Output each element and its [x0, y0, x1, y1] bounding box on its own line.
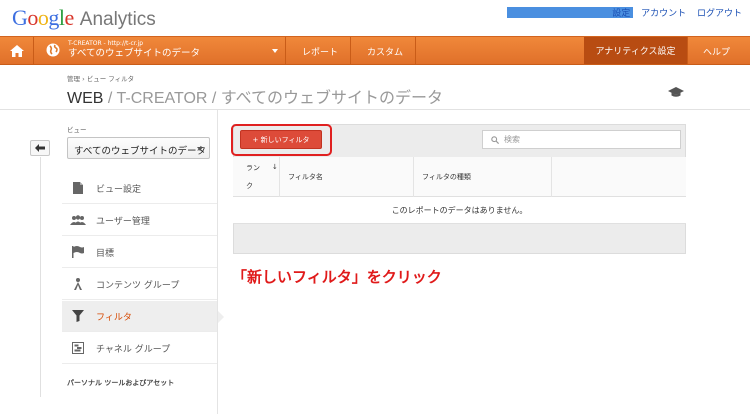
flag-icon	[72, 246, 84, 258]
account-view-name: すべてのウェブサイトのデータ	[68, 48, 200, 59]
sidebar-guide-line	[40, 157, 41, 397]
header-divider	[0, 109, 750, 110]
google-analytics-logo[interactable]: Google Analytics	[12, 5, 156, 31]
main-nav: T-CREATOR - http://t-cr.jp すべてのウェブサイトのデー…	[0, 36, 750, 65]
tab-admin[interactable]: アナリティクス設定	[584, 37, 687, 64]
breadcrumb[interactable]: 管理 › ビュー フィルタ	[67, 73, 134, 83]
settings-link[interactable]: 設定	[612, 9, 630, 19]
tab-help[interactable]: ヘルプ	[703, 45, 730, 58]
graduation-cap-icon[interactable]	[668, 86, 684, 98]
table-header: ラン ↓ ク フィルタ名 フィルタの種類	[233, 157, 686, 197]
empty-message: このレポートのデータはありません。	[233, 197, 686, 224]
annotation-callout: 「新しいフィルタ」をクリック	[232, 268, 442, 286]
home-icon	[9, 44, 24, 57]
tab-reports[interactable]: レポート	[302, 45, 338, 58]
nav-divider	[285, 37, 286, 64]
filters-table: ラン ↓ ク フィルタ名 フィルタの種類 このレポートのデータはありません。	[233, 157, 686, 224]
person-icon	[74, 278, 82, 290]
column-filter-type[interactable]: フィルタの種類	[414, 157, 552, 197]
tab-custom[interactable]: カスタム	[367, 45, 403, 58]
sidebar-item-view-settings[interactable]: ビュー設定	[62, 173, 217, 204]
back-button[interactable]	[30, 140, 50, 156]
channel-icon	[72, 342, 84, 354]
account-url: T-CREATOR - http://t-cr.jp	[68, 40, 144, 47]
nav-divider	[687, 37, 688, 64]
view-select[interactable]: すべてのウェブサイトのデータ	[67, 137, 210, 159]
logout-link[interactable]: ログアウト	[697, 9, 742, 19]
column-filter-name[interactable]: フィルタ名	[280, 157, 414, 197]
sidebar-divider	[217, 110, 218, 414]
nav-divider	[415, 37, 416, 64]
home-button[interactable]	[0, 37, 34, 64]
search-input[interactable]: 検索	[482, 130, 681, 149]
sidebar-item-channel-grouping[interactable]: チャネル グループ	[62, 333, 217, 364]
globe-icon	[46, 43, 60, 57]
sidebar-item-content-grouping[interactable]: コンテンツ グループ	[62, 269, 217, 300]
nav-divider	[350, 37, 351, 64]
document-icon	[73, 182, 83, 194]
sidebar-item-filters[interactable]: フィルタ	[62, 301, 224, 332]
search-icon	[491, 135, 499, 144]
chevron-down-icon[interactable]	[272, 49, 278, 53]
users-icon	[70, 215, 86, 225]
view-label: ビュー	[67, 126, 87, 134]
sidebar-item-user-management[interactable]: ユーザー管理	[62, 205, 217, 236]
sidebar-item-goals[interactable]: 目標	[62, 237, 217, 268]
filter-icon	[72, 310, 84, 322]
page-title: WEB / T-CREATOR / すべてのウェブサイトのデータ	[67, 90, 444, 107]
top-header: Google Analytics 設定 アカウント ログアウト	[0, 0, 750, 36]
personal-tools-heading: パーソナル ツールおよびアセット	[67, 379, 175, 387]
account-link[interactable]: アカウント	[641, 9, 686, 19]
sort-arrow-icon: ↓	[272, 163, 278, 171]
top-links: 設定 アカウント ログアウト	[604, 6, 742, 19]
account-selector[interactable]: T-CREATOR - http://t-cr.jp すべてのウェブサイトのデー…	[68, 40, 200, 60]
arrow-left-icon	[35, 144, 45, 152]
highlight-box	[231, 124, 332, 156]
column-rank[interactable]: ラン ↓ ク	[233, 157, 280, 197]
chevron-down-icon	[197, 147, 203, 151]
